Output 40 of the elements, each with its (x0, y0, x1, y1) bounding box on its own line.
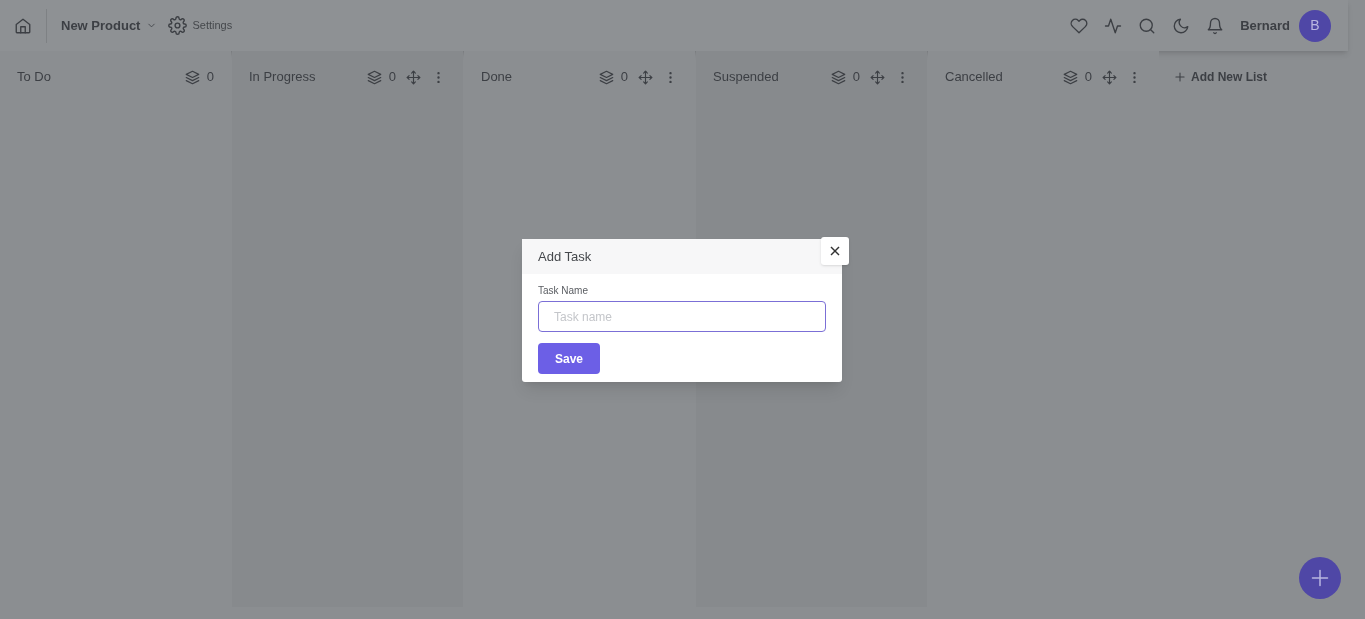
layers-icon[interactable] (830, 69, 846, 85)
layers-icon[interactable] (598, 69, 614, 85)
task-count: 0 (388, 68, 396, 87)
task-count: 0 (1084, 68, 1092, 87)
layers-icon[interactable] (184, 69, 200, 85)
list-title: To Do (17, 68, 52, 87)
move-icon[interactable] (1102, 69, 1117, 85)
user-name[interactable]: Bernard (1240, 15, 1290, 36)
move-icon[interactable] (638, 69, 653, 85)
close-icon (830, 246, 840, 256)
task-count: 0 (620, 68, 628, 87)
list-title: Done (481, 68, 514, 87)
move-icon[interactable] (406, 69, 421, 85)
task-count: 0 (206, 68, 214, 87)
activity-icon[interactable] (1104, 16, 1123, 35)
add-task-fab[interactable] (1299, 557, 1341, 599)
list-title: Suspended (713, 68, 780, 87)
plus-icon (1310, 568, 1330, 588)
home-icon[interactable] (14, 16, 32, 35)
close-button[interactable] (821, 237, 849, 265)
task-count: 0 (852, 68, 860, 87)
add-list-button[interactable]: Add New List (1173, 68, 1267, 86)
plus-icon[interactable] (1173, 70, 1187, 84)
move-icon[interactable] (870, 69, 885, 85)
save-button[interactable]: Save (538, 343, 600, 374)
list-title: In Progress (249, 68, 317, 87)
settings-icon[interactable] (168, 16, 188, 35)
layers-icon[interactable] (1062, 69, 1078, 85)
task-name-input[interactable]: Task name (538, 301, 826, 332)
settings-link[interactable]: Settings (168, 16, 233, 35)
layers-icon[interactable] (366, 69, 382, 85)
user-avatar[interactable]: B (1299, 9, 1331, 42)
dialog-title: Add Task (538, 247, 592, 266)
list-title: Cancelled (945, 68, 1004, 87)
field-label: Task Name (538, 284, 589, 298)
search-icon[interactable] (1138, 16, 1157, 35)
project-dropdown[interactable]: New Product (61, 15, 158, 36)
moon-icon[interactable] (1172, 16, 1191, 35)
bell-icon[interactable] (1206, 16, 1225, 35)
heart-icon[interactable] (1070, 16, 1089, 35)
